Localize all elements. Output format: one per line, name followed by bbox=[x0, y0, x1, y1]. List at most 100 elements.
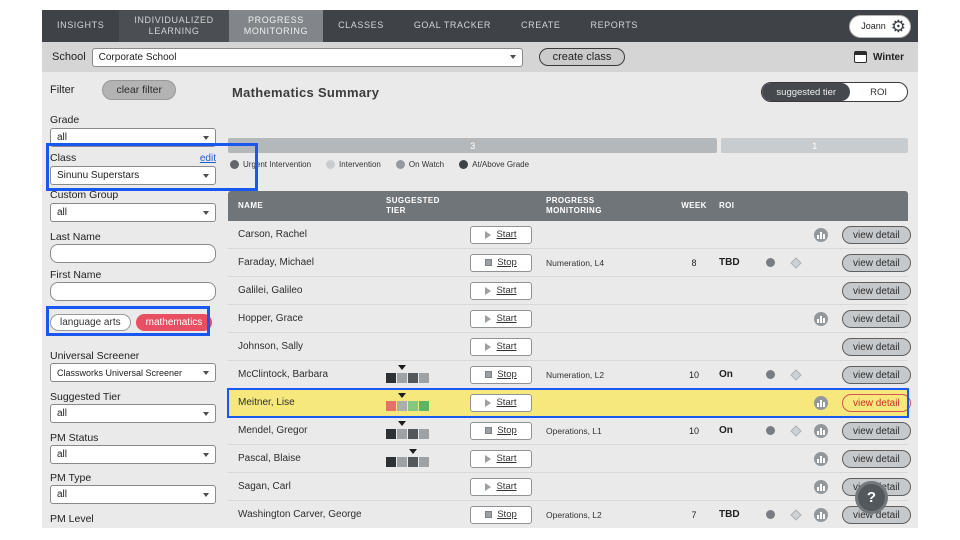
table-row: Washington Carver, George Stop Operations,… bbox=[228, 501, 911, 528]
term-selector[interactable]: Winter bbox=[853, 51, 904, 63]
legend-label: On Watch bbox=[408, 160, 445, 169]
student-name: Mendel, Gregor bbox=[238, 425, 308, 436]
suggested-tier-toggle[interactable]: suggested tier bbox=[762, 83, 851, 101]
chevron-down-icon bbox=[203, 411, 209, 416]
stop-button[interactable]: Stop bbox=[470, 365, 532, 384]
roi-value: On bbox=[719, 369, 733, 380]
class-edit-link[interactable]: edit bbox=[200, 153, 216, 164]
col-progress-monitoring: PROGRESS MONITORING bbox=[546, 196, 602, 215]
stop-button[interactable]: Stop bbox=[470, 505, 532, 524]
status-icons bbox=[758, 445, 834, 472]
grade-label: Grade bbox=[50, 114, 80, 126]
start-button[interactable]: Start bbox=[470, 477, 532, 496]
nav-item-create[interactable]: CREATE bbox=[506, 10, 575, 42]
legend-item: Intervention bbox=[326, 160, 381, 169]
graph-icon[interactable] bbox=[813, 311, 828, 326]
nav-item-progress-monitoring[interactable]: PROGRESS MONITORING bbox=[228, 10, 324, 42]
play-icon bbox=[485, 230, 492, 239]
play-icon bbox=[485, 342, 492, 351]
view-detail-button[interactable]: view detail bbox=[842, 338, 911, 357]
roi-value: On bbox=[719, 425, 733, 436]
student-name: Faraday, Michael bbox=[238, 257, 314, 268]
clear-filter-button[interactable]: clear filter bbox=[102, 80, 176, 100]
mathematics-toggle[interactable]: mathematics bbox=[135, 314, 213, 331]
nav-item-classes[interactable]: CLASSES bbox=[323, 10, 399, 42]
legend-item: On Watch bbox=[395, 160, 445, 169]
student-name: Johnson, Sally bbox=[238, 341, 304, 352]
view-detail-button[interactable]: view detail bbox=[842, 394, 911, 413]
create-class-button[interactable]: create class bbox=[538, 48, 626, 66]
start-button[interactable]: Start bbox=[470, 225, 532, 244]
tier-legend: Urgent Intervention Intervention On Watch A… bbox=[230, 160, 908, 169]
action-cell: Stop bbox=[460, 365, 544, 384]
nav-item-insights[interactable]: INSIGHTS bbox=[42, 10, 119, 42]
stop-button[interactable]: Stop bbox=[470, 253, 532, 272]
trend-diamond-icon bbox=[789, 424, 802, 437]
chevron-down-icon bbox=[203, 135, 209, 140]
chevron-down-icon bbox=[203, 173, 209, 178]
chevron-down-icon bbox=[203, 452, 209, 457]
view-detail-button[interactable]: view detail bbox=[842, 366, 911, 385]
view-cell: view detail bbox=[834, 337, 911, 357]
start-button[interactable]: Start bbox=[470, 337, 532, 356]
status-icons bbox=[758, 333, 834, 360]
stop-icon bbox=[485, 259, 493, 266]
tier-cell bbox=[378, 392, 460, 413]
grade-select[interactable]: all bbox=[50, 128, 216, 147]
tier-marker-icon bbox=[409, 448, 417, 454]
universal-screener-select[interactable]: Classworks Universal Screener bbox=[50, 363, 216, 382]
student-name: Meitner, Lise bbox=[238, 397, 295, 408]
tier-indicator bbox=[386, 448, 432, 469]
roi-toggle[interactable]: ROI bbox=[850, 83, 907, 101]
status-dot-icon bbox=[766, 426, 775, 435]
suggested-tier-select[interactable]: all bbox=[50, 404, 216, 423]
nav-item-goal-tracker[interactable]: GOAL TRACKER bbox=[399, 10, 506, 42]
graph-icon[interactable] bbox=[813, 395, 828, 410]
action-cell: Start bbox=[460, 337, 544, 356]
term-label: Winter bbox=[872, 51, 904, 63]
first-name-input[interactable] bbox=[50, 282, 216, 301]
pm-type-select[interactable]: all bbox=[50, 485, 216, 504]
pm-status-select[interactable]: all bbox=[50, 445, 216, 464]
pm-level-label: PM Level bbox=[50, 513, 94, 525]
stop-button[interactable]: Stop bbox=[470, 421, 532, 440]
class-select[interactable]: Sinunu Superstars bbox=[50, 166, 216, 185]
tier-cell bbox=[378, 448, 460, 469]
graph-icon[interactable] bbox=[813, 451, 828, 466]
view-detail-button[interactable]: view detail bbox=[842, 450, 911, 469]
tier-marker-icon bbox=[398, 420, 406, 426]
user-name: Joann bbox=[861, 21, 886, 31]
help-button[interactable]: ? bbox=[855, 481, 888, 514]
filter-sidebar: Filter clear filter Grade all Class edit… bbox=[42, 72, 228, 528]
start-button[interactable]: Start bbox=[470, 309, 532, 328]
start-button[interactable]: Start bbox=[470, 449, 532, 468]
view-detail-button[interactable]: view detail bbox=[842, 422, 911, 441]
play-icon bbox=[485, 286, 492, 295]
graph-icon[interactable] bbox=[813, 507, 828, 522]
legend-label: At/Above Grade bbox=[472, 160, 530, 169]
user-menu-button[interactable]: Joann ⚙ bbox=[849, 14, 911, 38]
custom-group-select[interactable]: all bbox=[50, 203, 216, 222]
nav-item-individualized-learning[interactable]: INDIVIDUALIZED LEARNING bbox=[119, 10, 229, 42]
graph-icon[interactable] bbox=[813, 423, 828, 438]
graph-icon[interactable] bbox=[813, 479, 828, 494]
school-select[interactable]: Corporate School bbox=[91, 47, 523, 67]
nav-item-reports[interactable]: REPORTS bbox=[575, 10, 653, 42]
week-value: 8 bbox=[691, 257, 697, 268]
start-button[interactable]: Start bbox=[470, 393, 532, 412]
view-detail-button[interactable]: view detail bbox=[842, 226, 911, 245]
view-detail-button[interactable]: view detail bbox=[842, 282, 911, 301]
view-detail-button[interactable]: view detail bbox=[842, 254, 911, 273]
view-detail-button[interactable]: view detail bbox=[842, 310, 911, 329]
view-cell: view detail bbox=[834, 449, 911, 469]
action-cell: Start bbox=[460, 449, 544, 468]
graph-icon[interactable] bbox=[813, 227, 828, 242]
action-cell: Start bbox=[460, 477, 544, 496]
roi-value: TBD bbox=[719, 509, 740, 520]
start-button[interactable]: Start bbox=[470, 281, 532, 300]
language-arts-toggle[interactable]: language arts bbox=[50, 314, 131, 331]
view-cell: view detail bbox=[834, 421, 911, 441]
top-nav: INSIGHTS INDIVIDUALIZED LEARNING PROGRESS … bbox=[42, 10, 918, 42]
col-week: WEEK bbox=[681, 201, 707, 210]
last-name-input[interactable] bbox=[50, 244, 216, 263]
